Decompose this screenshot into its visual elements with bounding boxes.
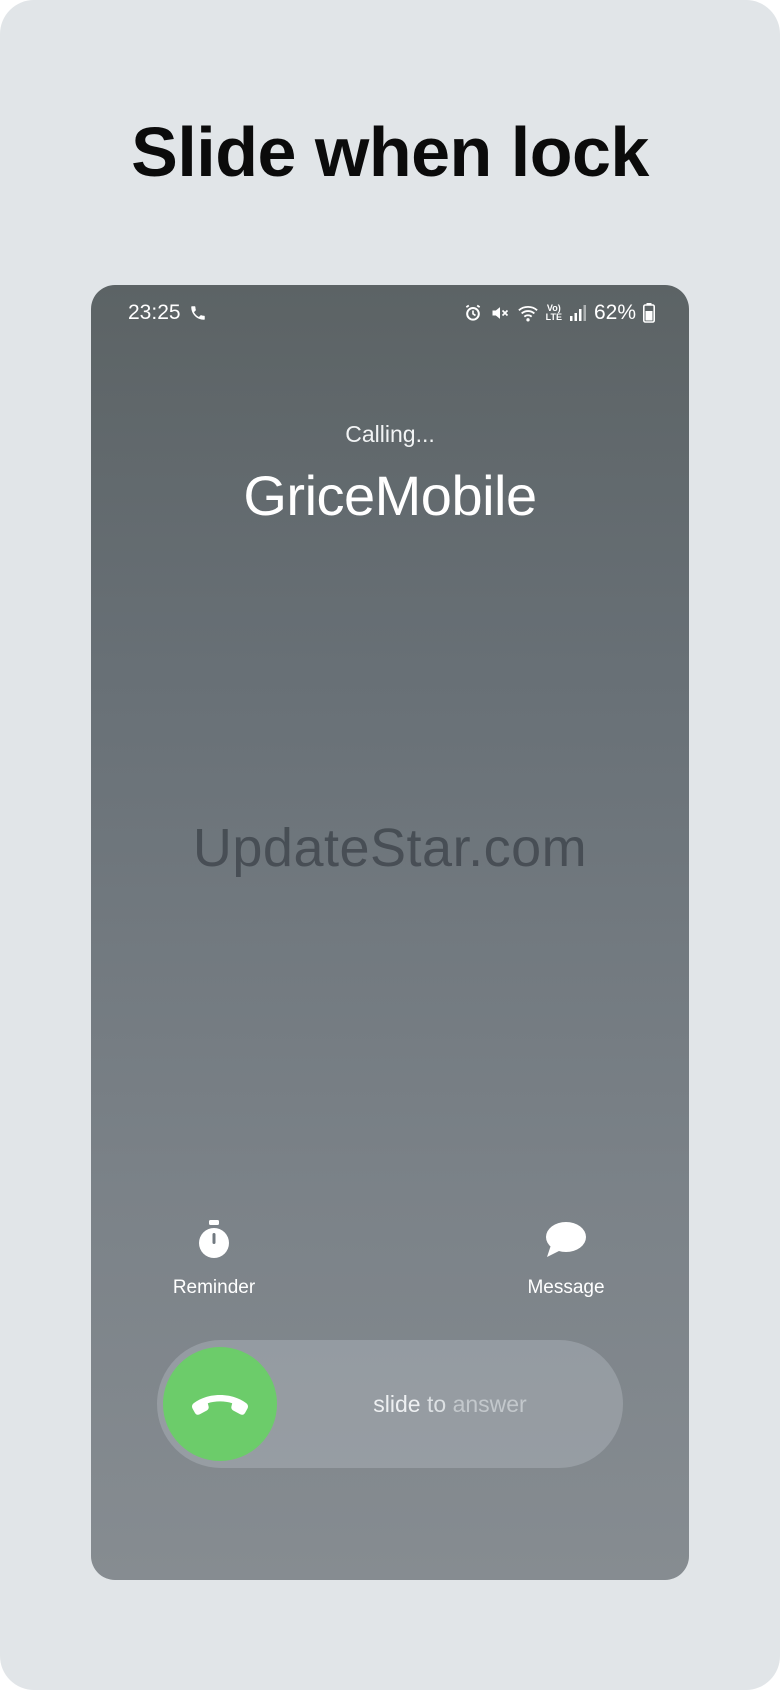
- status-time: 23:25: [128, 301, 181, 324]
- answer-button[interactable]: [163, 1347, 277, 1461]
- promo-card: Slide when lock 23:25 Vo) LTE 62% Callin…: [0, 0, 780, 1690]
- to-word: to: [426, 1391, 447, 1417]
- caller-name: GriceMobile: [243, 464, 537, 527]
- answer-word: answer: [452, 1391, 527, 1417]
- alarm-icon: [463, 303, 483, 323]
- battery-percent: 62%: [593, 301, 636, 324]
- slide-word: slide: [373, 1391, 421, 1417]
- status-right: Vo) LTE 62%: [463, 301, 655, 325]
- slide-to-answer-track[interactable]: slide to answer: [157, 1340, 623, 1468]
- timer-icon: [139, 1215, 289, 1265]
- status-left: 23:25: [128, 301, 207, 325]
- mute-icon: [490, 303, 510, 323]
- signal-icon: [569, 304, 587, 322]
- message-bubble-icon: [491, 1215, 641, 1265]
- message-button[interactable]: Message: [491, 1215, 641, 1299]
- volte-icon: Vo) LTE: [546, 304, 562, 322]
- status-bar: 23:25 Vo) LTE 62%: [91, 301, 689, 335]
- phone-icon: [189, 304, 207, 322]
- lte-label: LTE: [545, 312, 562, 322]
- reminder-label: Reminder: [172, 1277, 256, 1298]
- reminder-button[interactable]: Reminder: [139, 1215, 289, 1299]
- wifi-icon: [517, 303, 539, 323]
- watermark: UpdateStar.com: [192, 818, 588, 878]
- phone-screen: 23:25 Vo) LTE 62% Calling... GriceMobile…: [91, 285, 689, 1580]
- phone-handset-icon: [192, 1395, 248, 1415]
- message-label: Message: [527, 1277, 605, 1298]
- call-status: Calling...: [345, 421, 435, 447]
- battery-icon: [643, 303, 655, 323]
- slide-to-answer-label: slide to answer: [277, 1340, 623, 1468]
- headline: Slide when lock: [131, 113, 649, 191]
